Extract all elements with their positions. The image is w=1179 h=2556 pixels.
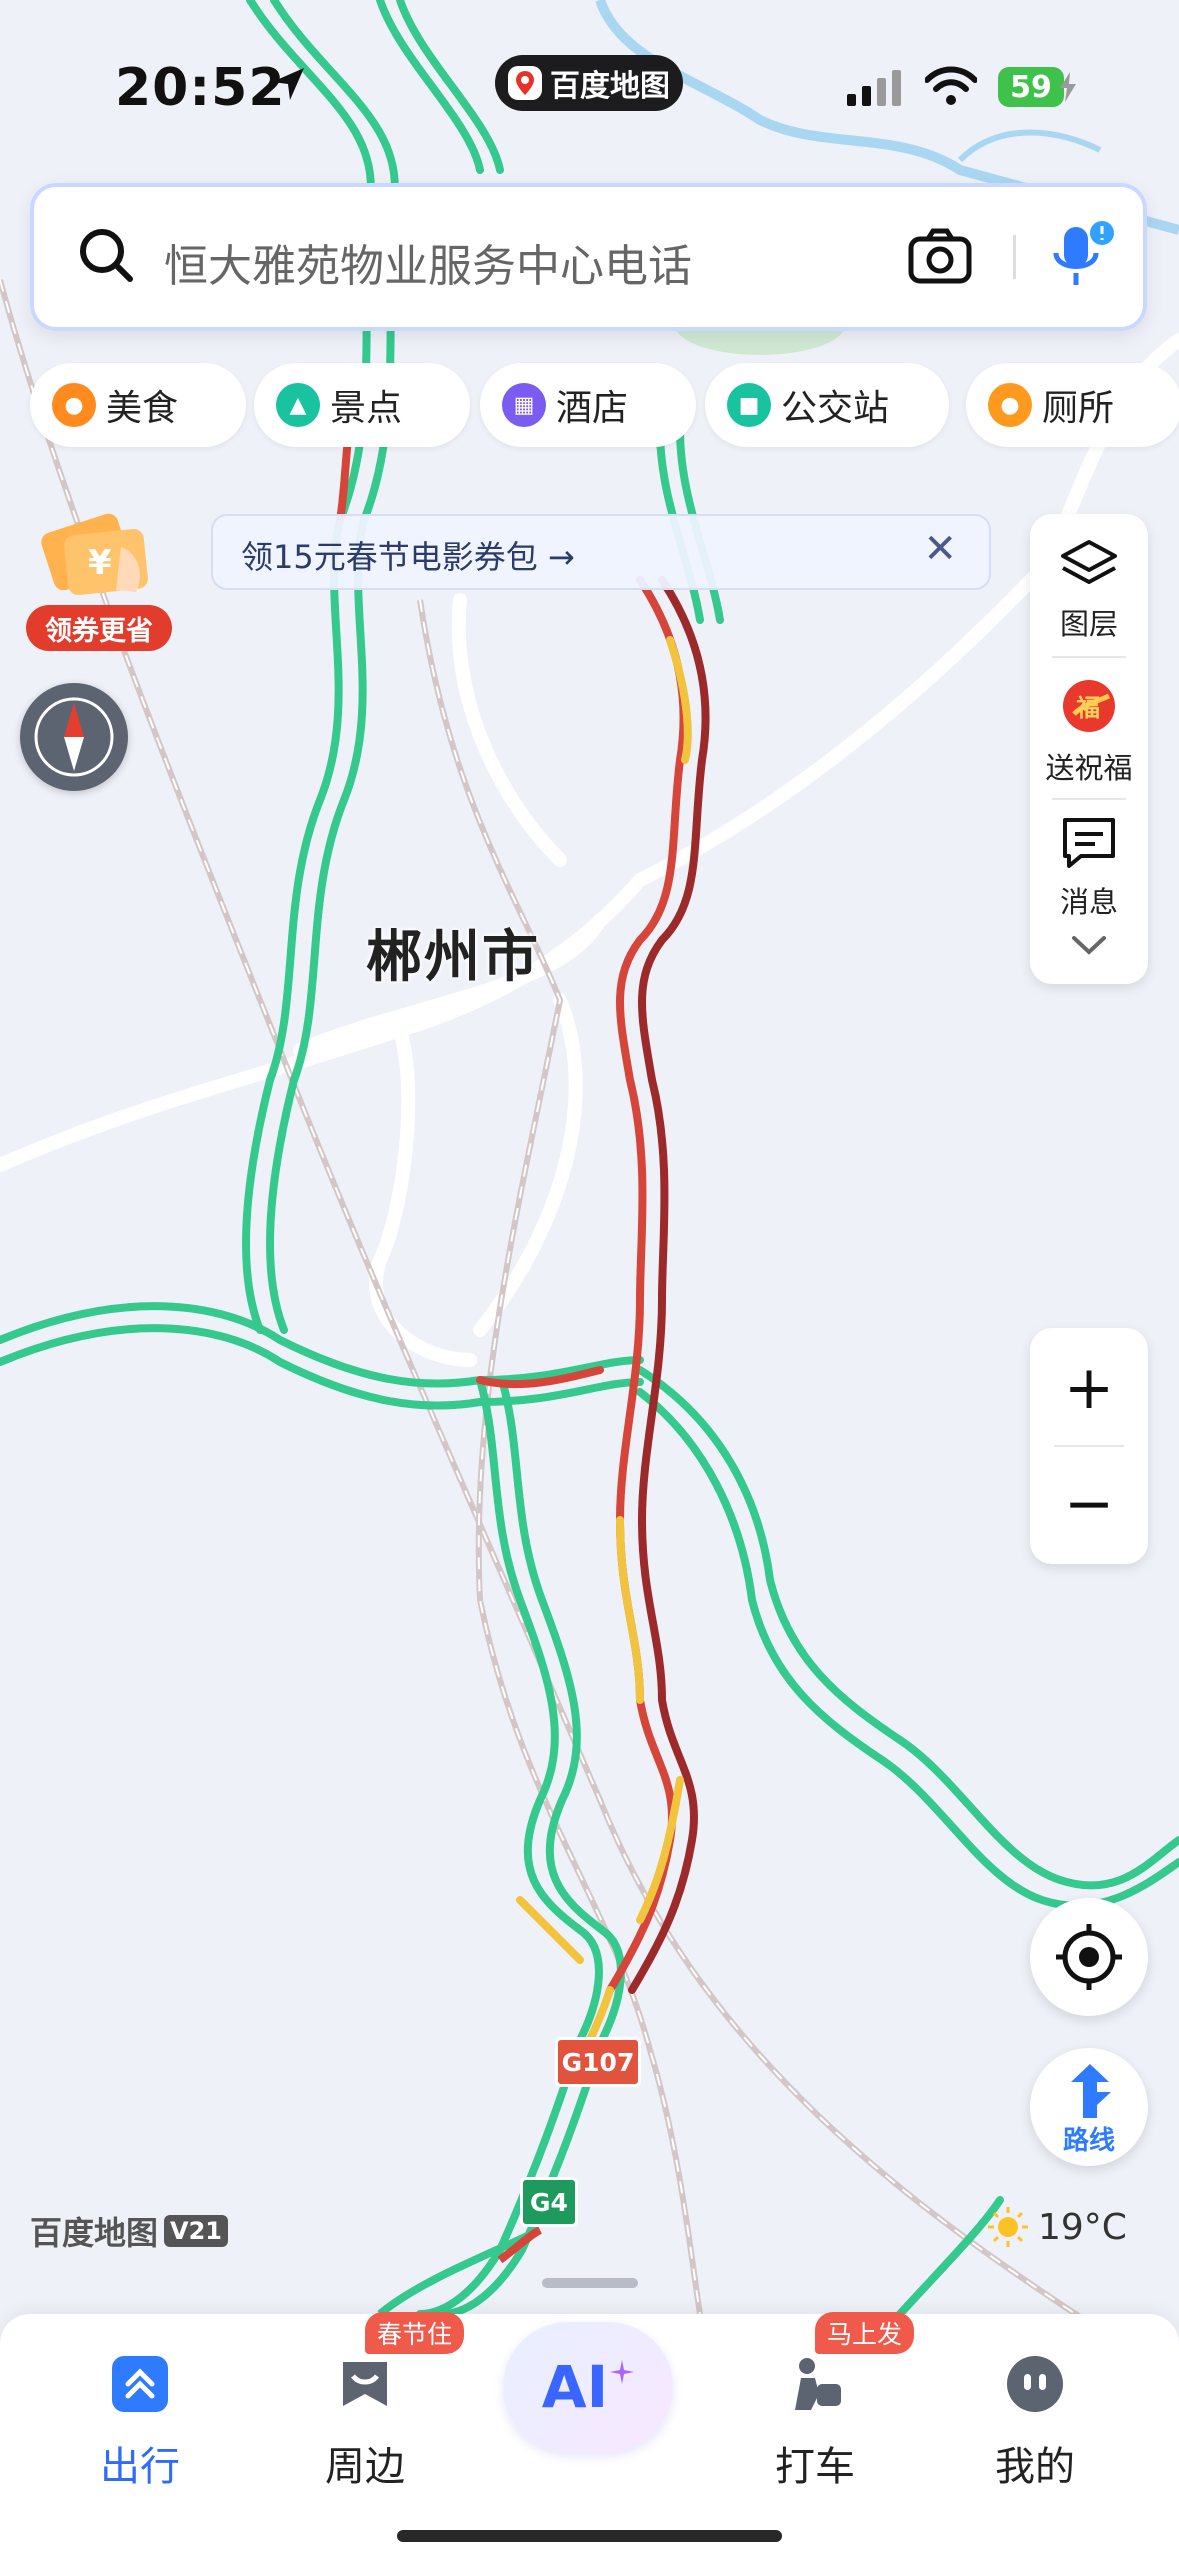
taxi-badge: 马上发 — [815, 2312, 915, 2354]
chip-label: 美食 — [106, 388, 179, 429]
route-arrow-icon — [1071, 2064, 1111, 2118]
tab-nearby[interactable]: 周边 — [275, 2354, 455, 2492]
bus-icon: ■ — [727, 383, 771, 427]
ai-icon: AI — [541, 2353, 609, 2421]
tab-profile[interactable]: 我的 — [945, 2354, 1125, 2492]
locate-button[interactable] — [1030, 1898, 1148, 2016]
layers-label: 图层 — [1059, 607, 1118, 641]
tab-label: 打车 — [775, 2444, 855, 2490]
toilet-icon: ● — [988, 383, 1032, 427]
profile-icon — [1007, 2356, 1063, 2412]
taxi-icon — [795, 2358, 841, 2410]
camera-icon[interactable] — [908, 227, 972, 285]
map-tools-panel: 图层 福 送祝福 消息 — [1030, 514, 1148, 984]
greetings-label: 送祝福 — [1045, 751, 1133, 785]
compass-icon — [34, 697, 114, 777]
tab-label: 周边 — [325, 2444, 405, 2490]
category-chips: ● 美食 ▲ 景点 ▦ 酒店 ■ 公交站 ● 厕所 — [30, 363, 1179, 449]
home-indicator — [397, 2530, 782, 2542]
zoom-in-button[interactable]: + — [1030, 1338, 1148, 1438]
zoom-divider — [1054, 1445, 1124, 1447]
close-icon[interactable]: ✕ — [923, 526, 957, 572]
lantern-icon: 福 — [1063, 680, 1115, 732]
tab-taxi[interactable]: 打车 — [725, 2354, 905, 2492]
chip-label: 景点 — [330, 388, 403, 429]
status-time: 20:52 — [115, 58, 286, 118]
route-button[interactable]: 路线 — [1030, 2048, 1148, 2166]
map-watermark: 百度地图 V21 — [30, 2208, 228, 2254]
app-indicator-label: 百度地图 — [550, 69, 670, 104]
chip-label: 公交站 — [781, 388, 890, 429]
location-arrow-icon — [272, 68, 304, 100]
greetings-button[interactable]: 福 送祝福 — [1030, 674, 1148, 787]
chip-label: 厕所 — [1042, 388, 1115, 429]
chip-hotel[interactable]: ▦ 酒店 — [480, 363, 696, 447]
messages-button[interactable]: 消息 — [1030, 814, 1148, 921]
sparkle-icon — [610, 2360, 635, 2384]
watermark-brand: 百度地图 — [30, 2214, 159, 2252]
message-icon — [1063, 818, 1115, 868]
tab-travel[interactable]: 出行 — [50, 2354, 230, 2492]
signal-icon — [847, 70, 901, 106]
messages-label: 消息 — [1059, 885, 1118, 919]
watermark-version: V21 — [164, 2215, 228, 2247]
weather-widget[interactable]: 19°C — [986, 2205, 1127, 2249]
search-icon — [80, 229, 133, 282]
layers-button[interactable]: 图层 — [1030, 538, 1148, 643]
coupon-label[interactable]: 领券更省 — [26, 605, 172, 651]
baidu-maps-logo-icon — [508, 66, 542, 100]
road-shield-g107: G107 — [555, 2037, 641, 2087]
charging-icon — [1060, 72, 1076, 102]
road-shield-g4: G4 — [520, 2177, 578, 2227]
chip-toilet[interactable]: ● 厕所 — [966, 363, 1179, 447]
panel-divider — [1052, 656, 1126, 658]
search-divider — [1013, 235, 1016, 279]
svg-text:福: 福 — [1075, 694, 1100, 722]
layers-icon — [1061, 540, 1117, 584]
locate-icon — [1056, 1924, 1122, 1990]
sun-icon — [988, 2207, 1028, 2247]
scenic-icon: ▲ — [276, 383, 320, 427]
hotel-icon: ▦ — [502, 383, 546, 427]
route-label: 路线 — [1062, 2126, 1115, 2156]
battery-indicator: 59 — [998, 67, 1064, 107]
tab-ai[interactable]: AI — [503, 2322, 673, 2452]
city-label: 郴州市 — [366, 925, 540, 990]
promo-banner[interactable]: 领15元春节电影券包 → ✕ — [211, 514, 991, 590]
nearby-badge: 春节住 — [365, 2312, 465, 2354]
microphone-icon[interactable] — [1046, 219, 1116, 295]
promo-banner-text: 领15元春节电影券包 → — [241, 538, 575, 576]
status-bar: 20:52 百度地图 59 — [0, 50, 1179, 130]
weather-temp: 19°C — [1038, 2206, 1127, 2248]
chip-scenic[interactable]: ▲ 景点 — [254, 363, 470, 447]
search-bar[interactable]: 恒大雅苑物业服务中心电话 — [30, 183, 1147, 331]
travel-icon — [112, 2356, 168, 2412]
wifi-icon — [925, 66, 977, 105]
tab-label: 我的 — [995, 2444, 1075, 2490]
food-icon: ● — [52, 383, 96, 427]
panel-divider — [1052, 798, 1126, 800]
nearby-icon — [343, 2362, 387, 2406]
battery-level: 59 — [1010, 69, 1052, 105]
chip-food[interactable]: ● 美食 — [30, 363, 246, 447]
chip-label: 酒店 — [556, 388, 629, 429]
chevron-down-icon[interactable] — [1070, 934, 1108, 958]
svg-text:¥: ¥ — [88, 543, 112, 583]
tab-label: 出行 — [100, 2444, 180, 2490]
zoom-out-button[interactable]: − — [1030, 1454, 1148, 1554]
zoom-controls: + − — [1030, 1328, 1148, 1564]
compass-button[interactable] — [20, 683, 128, 791]
search-input[interactable]: 恒大雅苑物业服务中心电话 — [164, 230, 692, 294]
sheet-handle[interactable] — [542, 2278, 638, 2288]
app-indicator[interactable]: 百度地图 — [495, 55, 683, 111]
chip-bus[interactable]: ■ 公交站 — [705, 363, 949, 447]
